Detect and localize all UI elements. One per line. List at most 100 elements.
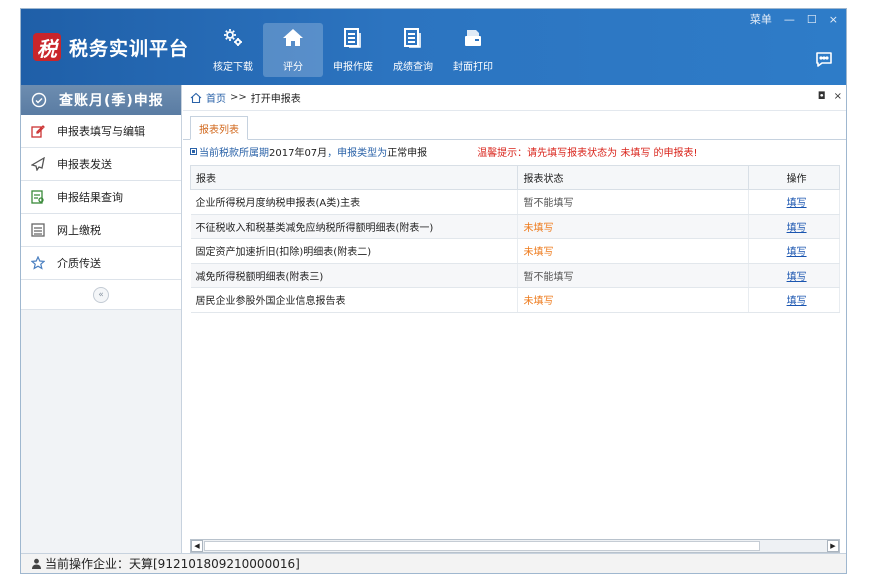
main-panel: 首页 >> 打开申报表 ◘ × 报表列表 当前税款所属期 2017年07月 ，申…: [183, 85, 846, 553]
restore-button[interactable]: ☐: [807, 13, 817, 26]
cell-operation: 填写: [748, 263, 840, 288]
horizontal-scrollbar[interactable]: ◀ ▶: [190, 539, 840, 553]
home-outline-icon: [190, 92, 202, 103]
bullet-icon: [190, 147, 197, 155]
period-info: 当前税款所属期 2017年07月 ，申报类型为 正常申报 温馨提示：请先填写报表…: [190, 141, 840, 161]
sidebar-item-label: 申报表发送: [57, 158, 112, 171]
scroll-left-button[interactable]: ◀: [191, 540, 203, 552]
cell-operation: 填写: [748, 214, 840, 239]
fill-link[interactable]: 填写: [787, 296, 807, 307]
table-header-row: 报表 报表状态 操作: [189, 165, 840, 190]
toolbar-button-void[interactable]: 申报作废: [323, 23, 383, 77]
table-row[interactable]: 企业所得税月度纳税申报表(A类)主表 暂不能填写 填写: [190, 189, 840, 215]
sidebar: 查账月(季)申报 申报表填写与编辑 申报表发送 申报结果查询 网上缴税 介质传送…: [21, 85, 182, 553]
period-prefix: 当前税款所属期: [199, 147, 269, 159]
cell-status: 未填写: [517, 214, 750, 239]
sidebar-item-send[interactable]: 申报表发送: [21, 148, 181, 181]
logo-badge: 税: [33, 33, 61, 61]
gear-download-icon: [224, 29, 242, 46]
sidebar-item-media-transfer[interactable]: 介质传送: [21, 247, 181, 280]
tab-strip: 报表列表: [183, 111, 846, 140]
tax-circle-icon: [31, 92, 47, 108]
cell-status: 未填写: [517, 238, 750, 264]
cell-report: 居民企业参股外国企业信息报告表: [190, 287, 519, 313]
declare-type: 正常申报: [387, 147, 428, 159]
header-status[interactable]: 报表状态: [517, 165, 750, 190]
cell-report: 减免所得税额明细表(附表三): [190, 263, 519, 288]
list-icon: [31, 223, 45, 237]
panel-close-button[interactable]: ×: [834, 91, 842, 102]
cell-status: 未填写: [517, 287, 750, 313]
toolbar-button-score[interactable]: 评分: [263, 23, 323, 77]
cell-operation: 填写: [748, 189, 840, 215]
app-logo: 税 税务实训平台: [33, 33, 189, 61]
fill-link[interactable]: 填写: [787, 247, 807, 258]
sidebar-item-online-pay[interactable]: 网上缴税: [21, 214, 181, 247]
cell-operation: 填写: [748, 238, 840, 264]
fill-link[interactable]: 填写: [787, 198, 807, 209]
header-report[interactable]: 报表: [189, 165, 519, 190]
warning-text: 温馨提示：请先填写报表状态为 未填写 的申报表!: [477, 147, 698, 159]
minimize-button[interactable]: —: [784, 13, 795, 26]
sidebar-item-label: 申报结果查询: [57, 191, 123, 204]
toolbar-button-print-cover[interactable]: 封面打印: [443, 23, 503, 77]
document-icon: [344, 28, 361, 48]
tab-report-list[interactable]: 报表列表: [190, 116, 248, 140]
app-header: 税 税务实训平台 核定下载 评分 申报作废 成绩查询 封面打印 菜单 — ☐ ×: [21, 9, 846, 85]
table-row[interactable]: 固定资产加速折旧(扣除)明细表(附表二) 未填写 填写: [190, 238, 840, 264]
folder-print-icon: [465, 30, 481, 46]
close-button[interactable]: ×: [829, 13, 838, 26]
app-window: 税 税务实训平台 核定下载 评分 申报作废 成绩查询 封面打印 菜单 — ☐ ×…: [20, 8, 847, 574]
cell-operation: 填写: [748, 287, 840, 313]
type-prefix: ，申报类型为: [327, 147, 388, 159]
scroll-right-button[interactable]: ▶: [827, 540, 839, 552]
toolbar-button-download[interactable]: 核定下载: [203, 23, 263, 77]
fill-link[interactable]: 填写: [787, 272, 807, 283]
breadcrumb-home-link[interactable]: 首页: [206, 90, 226, 105]
toolbar-label: 成绩查询: [393, 62, 433, 73]
cell-status: 暂不能填写: [517, 263, 750, 288]
cell-report: 不征税收入和税基类减免应纳税所得额明细表(附表一): [190, 214, 519, 239]
sidebar-collapse-row: «: [21, 280, 181, 310]
toolbar-button-grades[interactable]: 成绩查询: [383, 23, 443, 77]
sidebar-item-result-query[interactable]: 申报结果查询: [21, 181, 181, 214]
fill-link[interactable]: 填写: [787, 223, 807, 234]
menu-button[interactable]: 菜单: [750, 11, 772, 27]
home-icon: [283, 29, 303, 46]
breadcrumb-separator: >>: [230, 92, 247, 103]
cell-report: 企业所得税月度纳税申报表(A类)主表: [190, 189, 519, 215]
current-company: 当前操作企业：天算[912101809210000016]: [45, 557, 300, 571]
toolbar-label: 核定下载: [213, 62, 253, 73]
sidebar-item-label: 介质传送: [57, 257, 101, 270]
breadcrumb: 首页 >> 打开申报表: [183, 85, 846, 111]
scroll-thumb[interactable]: [204, 541, 760, 551]
collapse-sidebar-button[interactable]: «: [93, 286, 109, 303]
document-icon: [404, 28, 421, 48]
toolbar-label: 评分: [283, 62, 303, 73]
main-toolbar: 核定下载 评分 申报作废 成绩查询 封面打印: [203, 23, 503, 77]
breadcrumb-current: 打开申报表: [250, 94, 301, 105]
sidebar-item-label: 网上缴税: [57, 224, 101, 237]
app-title: 税务实训平台: [69, 37, 190, 60]
sidebar-item-label: 申报表填写与编辑: [57, 125, 145, 138]
send-icon: [31, 157, 45, 171]
chat-icon[interactable]: [814, 49, 834, 69]
search-result-icon: [31, 190, 44, 204]
window-controls: 菜单 — ☐ ×: [738, 11, 838, 27]
report-table: 报表 报表状态 操作 企业所得税月度纳税申报表(A类)主表 暂不能填写 填写 不…: [189, 165, 840, 313]
user-icon: [32, 558, 41, 569]
sidebar-title: 查账月(季)申报: [21, 85, 181, 115]
table-row[interactable]: 不征税收入和税基类减免应纳税所得额明细表(附表一) 未填写 填写: [190, 214, 840, 239]
star-icon: [31, 256, 45, 270]
sidebar-item-fill-edit[interactable]: 申报表填写与编辑: [21, 115, 181, 148]
cell-report: 固定资产加速折旧(扣除)明细表(附表二): [190, 238, 519, 264]
header-operation[interactable]: 操作: [748, 165, 840, 190]
period-value: 2017年07月: [269, 147, 328, 159]
status-bar: 当前操作企业：天算[912101809210000016]: [21, 553, 846, 573]
panel-restore-button[interactable]: ◘: [818, 91, 826, 102]
edit-icon: [31, 125, 45, 138]
toolbar-label: 申报作废: [333, 62, 373, 73]
panel-controls: ◘ ×: [810, 91, 842, 102]
table-row[interactable]: 居民企业参股外国企业信息报告表 未填写 填写: [190, 287, 840, 313]
table-row[interactable]: 减免所得税额明细表(附表三) 暂不能填写 填写: [190, 263, 840, 288]
